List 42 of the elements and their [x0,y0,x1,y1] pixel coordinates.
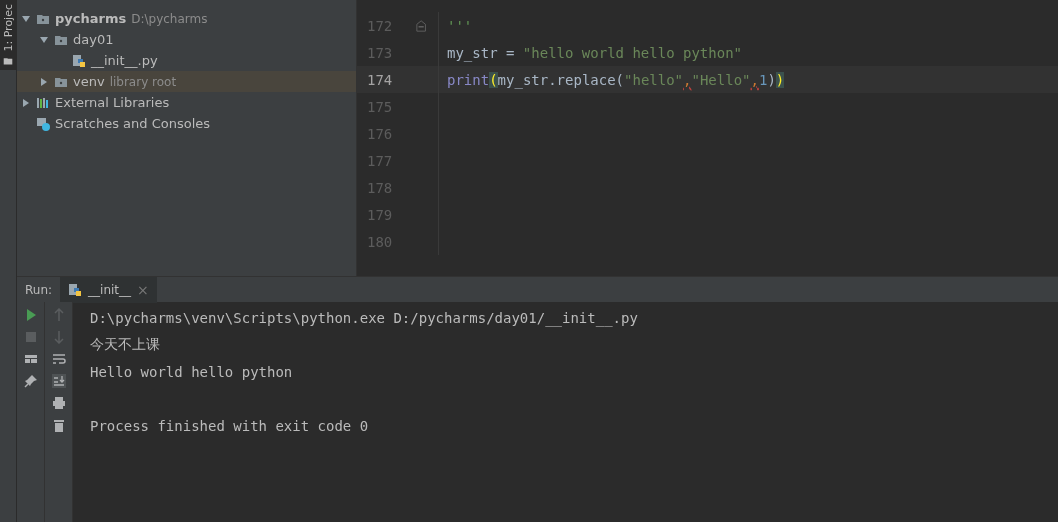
collapse-arrow-icon[interactable] [21,97,31,108]
expand-arrow-icon[interactable] [21,13,31,24]
fold-icon [415,18,428,33]
console-line: 今天不上课 [90,334,161,354]
tree-item[interactable]: Scratches and Consoles [17,113,356,134]
code-text: my_str = "hello world hello python" [447,44,742,61]
tree-item-name: venv [73,74,105,89]
layout-icon[interactable] [23,352,38,366]
code-text: ''' [447,17,473,34]
tree-item-hint: library root [109,74,177,89]
expand-arrow-icon[interactable] [39,34,49,45]
close-button[interactable]: × [137,281,149,298]
tree-item-name: pycharms [55,11,127,26]
tree-item-name: __init__.py [91,53,158,68]
run-label: Run: [24,282,54,297]
folder-icon [3,55,13,66]
tree-item[interactable]: __init__.py [17,50,356,71]
tree-item[interactable]: pycharms D:\pycharms [17,8,356,29]
tree-item-name: Scratches and Consoles [55,116,211,131]
pin-icon[interactable] [23,374,38,388]
scroll-to-end-icon[interactable] [51,374,66,388]
trash-icon[interactable] [51,418,66,432]
project-tool-tab[interactable]: 1: Projec [0,0,16,70]
tree-item-hint: D:\pycharms [131,11,208,26]
tree-item-name: External Libraries [55,95,170,110]
console-line: D:\pycharms\venv\Scripts\python.exe D:/pycharms/day01/__init__.py [90,308,638,329]
tree-item[interactable]: venv library root [17,71,356,92]
line-number: 174 [366,71,394,88]
console-line: Hello world hello python [90,362,294,382]
tree-item-name: day01 [73,32,114,47]
code-text: print(my_str.replace("hello","Hello",1)) [447,71,785,88]
console-line: Process finished with exit code 0 [90,416,369,436]
python-file-icon [68,282,83,297]
scratches-icon [36,116,50,131]
python-file-icon [72,53,86,68]
print-icon[interactable] [51,396,66,410]
tree-item[interactable]: day01 [17,29,356,50]
collapse-arrow-icon[interactable] [39,76,49,87]
soft-wrap-icon[interactable] [51,352,66,366]
run-tab[interactable]: __init__ × [60,276,157,303]
library-icon [36,95,50,110]
tree-item[interactable]: External Libraries [17,92,356,113]
